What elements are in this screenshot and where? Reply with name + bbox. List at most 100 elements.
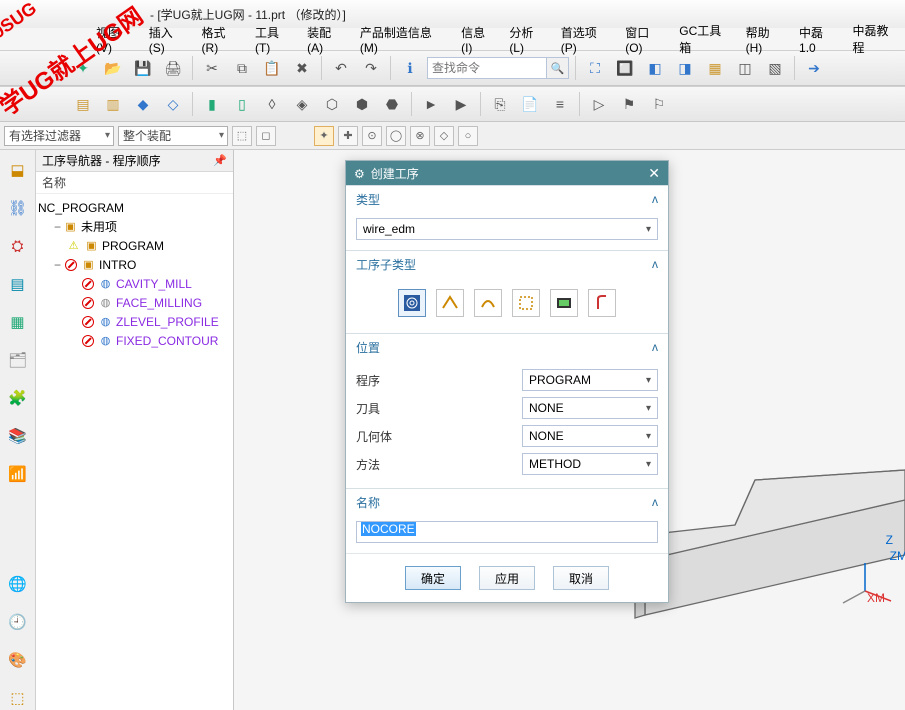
cancel-button[interactable]: 取消 [553,566,609,590]
layer-icon[interactable]: ▦ [702,55,728,81]
pin-icon[interactable]: 📌 [213,154,227,168]
snap-int-icon[interactable]: ⊗ [410,126,430,146]
list-icon[interactable]: ≡ [547,91,573,117]
info-icon[interactable]: ℹ [397,55,423,81]
cam-program-icon[interactable]: ▤ [70,91,96,117]
selection-filter-combo[interactable]: 有选择过滤器 [4,126,114,146]
menu-zl-tutorial[interactable]: 中磊教程 [846,20,905,58]
cam-op6-icon[interactable]: ⬢ [349,91,375,117]
ok-button[interactable]: 确定 [405,566,461,590]
menu-tools[interactable]: 工具(T) [249,22,299,57]
nav-web-icon[interactable]: 📶 [6,462,30,486]
column-header-name[interactable]: 名称 [36,172,233,194]
apply-button[interactable]: 应用 [479,566,535,590]
nav-ops-icon[interactable]: ⬓ [6,158,30,182]
tree-op-face[interactable]: FACE_MILLING [116,296,202,310]
subtype-5-icon[interactable] [550,289,578,317]
snap-tan-icon[interactable]: ○ [458,126,478,146]
new-icon[interactable]: ✦ [70,55,96,81]
tree-op-fixed[interactable]: FIXED_CONTOUR [116,334,218,348]
program-select[interactable]: PROGRAM [522,369,658,391]
nav-sys-icon[interactable]: 🌐 [6,572,30,596]
cam-op3-icon[interactable]: ◊ [259,91,285,117]
copy-icon[interactable]: ⧉ [229,55,255,81]
menu-format[interactable]: 格式(R) [196,22,247,57]
flt-btn-2[interactable]: ◻ [256,126,276,146]
name-input[interactable]: NOCORE [356,521,658,543]
cam-geom-icon[interactable]: ◆ [130,91,156,117]
snap-point-icon[interactable]: ✦ [314,126,334,146]
verify-icon[interactable]: ► [418,91,444,117]
tool-select[interactable]: NONE [522,397,658,419]
subtype-3-icon[interactable] [474,289,502,317]
nav-assy-icon[interactable]: 🧩 [6,386,30,410]
cam-op7-icon[interactable]: ⬣ [379,91,405,117]
cam-op1-icon[interactable]: ▮ [199,91,225,117]
section-location-header[interactable]: 位置ʌ [346,334,668,360]
print-icon[interactable]: 🖨 [160,55,186,81]
subtype-6-icon[interactable] [588,289,616,317]
tree-op-zlevel[interactable]: ZLEVEL_PROFILE [116,315,219,329]
menu-window[interactable]: 窗口(O) [619,22,671,57]
command-input[interactable] [427,57,547,79]
tree-root[interactable]: NC_PROGRAM [38,201,124,215]
undo-icon[interactable]: ↶ [328,55,354,81]
subtype-2-icon[interactable] [436,289,464,317]
shade-icon[interactable]: ◧ [642,55,668,81]
menu-preferences[interactable]: 首选项(P) [555,22,617,57]
method-select[interactable]: METHOD [522,453,658,475]
fit-icon[interactable]: ⛶ [582,55,608,81]
nav-more-icon[interactable]: ⬚ [6,686,30,710]
menu-analysis[interactable]: 分析(L) [503,22,552,57]
flag-icon[interactable]: ⚑ [616,91,642,117]
wcs-icon[interactable]: ◫ [732,55,758,81]
dialog-titlebar[interactable]: ⚙创建工序 ✕ [346,161,668,185]
menu-zl1[interactable]: 中磊1.0 [793,22,844,57]
flag2-icon[interactable]: ⚐ [646,91,672,117]
nav-reuse-icon[interactable]: ▦ [6,310,30,334]
tree-op-cavity[interactable]: CAVITY_MILL [116,277,192,291]
cam-tool-icon[interactable]: ▥ [100,91,126,117]
snap-ctr-icon[interactable]: ◯ [386,126,406,146]
nav-palette-icon[interactable]: 🎨 [6,648,30,672]
tree-program[interactable]: PROGRAM [102,239,164,253]
menu-insert[interactable]: 插入(S) [143,22,194,57]
search-icon[interactable]: 🔍 [547,57,569,79]
geometry-select[interactable]: NONE [522,425,658,447]
post-icon[interactable]: ⎘ [487,91,513,117]
nav-clock-icon[interactable]: 🕘 [6,610,30,634]
cam-op2-icon[interactable]: ▯ [229,91,255,117]
simulate-icon[interactable]: ▶ [448,91,474,117]
menu-assemblies[interactable]: 装配(A) [301,22,352,57]
zoom-icon[interactable]: 🔲 [612,55,638,81]
paste-icon[interactable]: 📋 [259,55,285,81]
cam-op5-icon[interactable]: ⬡ [319,91,345,117]
cam-op4-icon[interactable]: ◈ [289,91,315,117]
flt-btn-1[interactable]: ⬚ [232,126,252,146]
open-icon[interactable]: 📂 [100,55,126,81]
tree-intro[interactable]: INTRO [99,258,136,272]
type-select[interactable]: wire_edm [356,218,658,240]
subtype-1-icon[interactable] [398,289,426,317]
save-icon[interactable]: 💾 [130,55,156,81]
snap-mid-icon[interactable]: ✚ [338,126,358,146]
render-icon[interactable]: ◨ [672,55,698,81]
menu-info[interactable]: 信息(I) [455,22,501,57]
nav-part-icon[interactable]: ▤ [6,272,30,296]
menu-gctoolbox[interactable]: GC工具箱 [673,20,737,58]
subtype-4-icon[interactable] [512,289,540,317]
menu-view[interactable]: 视图(V) [90,22,141,57]
redo-icon[interactable]: ↷ [358,55,384,81]
snap-quad-icon[interactable]: ◇ [434,126,454,146]
shop-doc-icon[interactable]: 📄 [517,91,543,117]
nav-mach-icon[interactable]: ⛓ [6,196,30,220]
nav-geom-icon[interactable]: ⛭ [6,234,30,258]
export-icon[interactable]: ➔ [801,55,827,81]
program-tree[interactable]: NC_PROGRAM −▣未用项 ⚠▣PROGRAM −▣INTRO ◍CAVI… [36,194,233,710]
menu-pmi[interactable]: 产品制造信息(M) [354,22,453,57]
snap-end-icon[interactable]: ⊙ [362,126,382,146]
delete-icon[interactable]: ✖ [289,55,315,81]
cut-icon[interactable]: ✂ [199,55,225,81]
scope-combo[interactable]: 整个装配 [118,126,228,146]
cam-method-icon[interactable]: ◇ [160,91,186,117]
